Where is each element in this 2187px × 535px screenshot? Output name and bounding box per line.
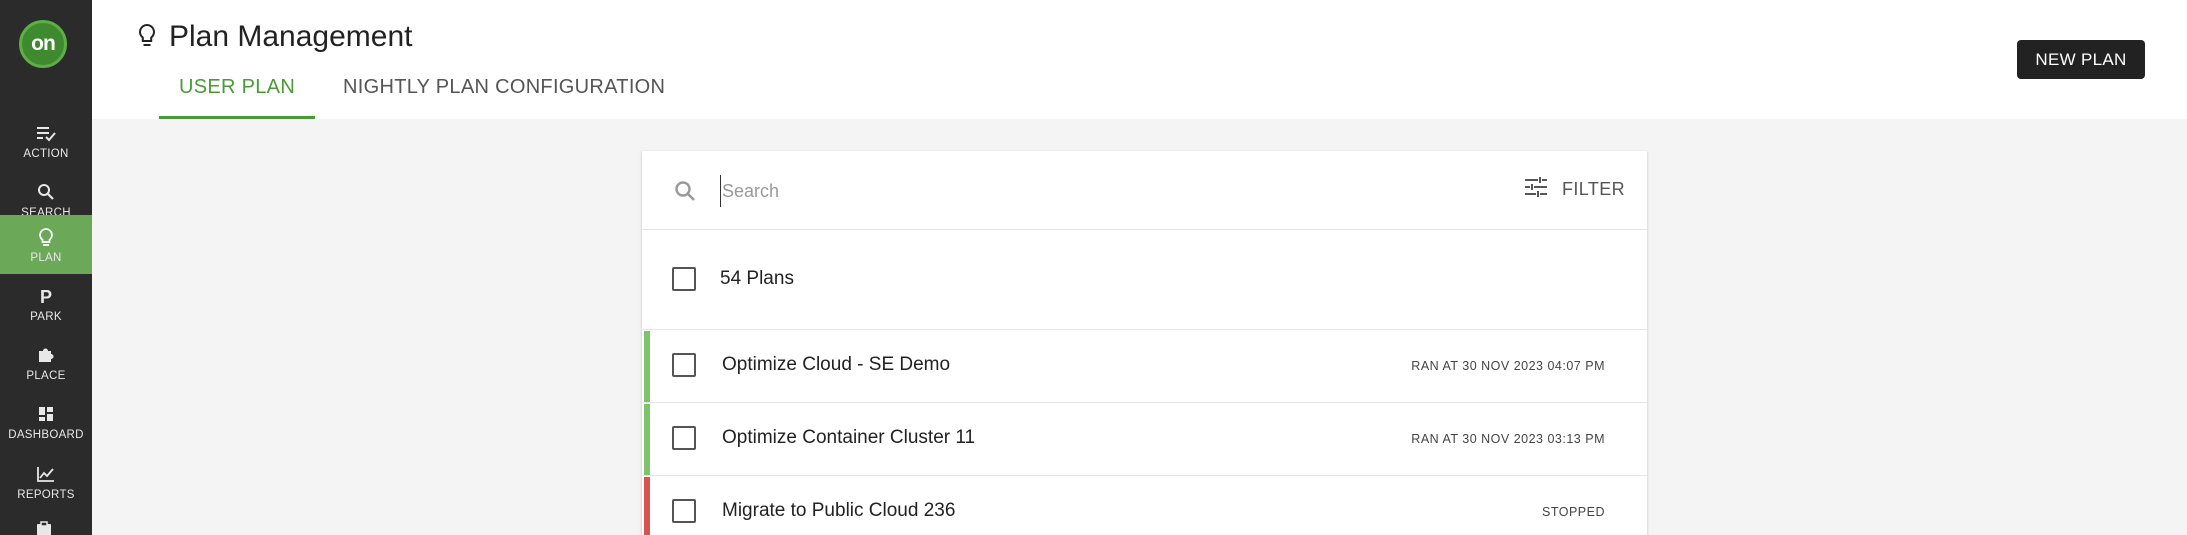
table-row[interactable]: Optimize Container Cluster 11 RAN AT 30 …	[642, 403, 1647, 476]
row-checkbox[interactable]	[672, 353, 696, 377]
row-checkbox[interactable]	[672, 499, 696, 523]
chart-icon	[36, 463, 56, 485]
sidebar-item-label: REPORTS	[17, 488, 75, 501]
filter-button[interactable]: FILTER	[1524, 176, 1625, 203]
plan-status: STOPPED	[1541, 505, 1605, 519]
logo[interactable]: on	[19, 20, 67, 68]
new-plan-button[interactable]: NEW PLAN	[2017, 40, 2145, 79]
sidebar-item-park[interactable]: P PARK	[0, 274, 92, 333]
page-title-wrap: Plan Management	[137, 20, 413, 54]
tab-user-plan[interactable]: USER PLAN	[159, 76, 316, 119]
header: Plan Management USER PLAN NIGHTLY PLAN C…	[92, 0, 2187, 119]
sidebar-item-label: DASHBOARD	[8, 428, 84, 441]
search-input[interactable]	[720, 175, 1420, 207]
sidebar-item-action[interactable]: ACTION	[0, 111, 92, 170]
sidebar-item-label: PLAN	[30, 251, 62, 264]
sidebar-item-place[interactable]: PLACE	[0, 333, 92, 392]
sidebar: on ACTION SEARCH PLAN P PARK PLACE DASHB…	[0, 0, 92, 535]
puzzle-icon	[36, 344, 56, 366]
clipboard-icon[interactable]	[34, 521, 54, 535]
svg-text:P: P	[40, 287, 52, 305]
lightbulb-icon	[38, 226, 54, 248]
sidebar-item-plan[interactable]: PLAN	[0, 215, 92, 274]
tab-label: NIGHTLY PLAN CONFIGURATION	[343, 76, 666, 98]
plan-count: 54 Plans	[720, 268, 794, 289]
search-icon	[37, 181, 55, 203]
table-row[interactable]: Optimize Cloud - SE Demo RAN AT 30 NOV 2…	[642, 330, 1647, 403]
plan-name[interactable]: Migrate to Public Cloud 236	[722, 500, 955, 522]
select-all-checkbox[interactable]	[672, 267, 696, 291]
sidebar-item-dashboard[interactable]: DASHBOARD	[0, 392, 92, 451]
plan-list-card: FILTER 54 Plans Optimize Cloud - SE Demo…	[642, 151, 1647, 535]
select-all-row: 54 Plans	[642, 230, 1647, 330]
sidebar-item-reports[interactable]: REPORTS	[0, 452, 92, 511]
filter-label: FILTER	[1562, 179, 1626, 199]
search-bar: FILTER	[642, 151, 1647, 230]
action-icon	[35, 122, 57, 144]
status-indicator	[644, 477, 650, 535]
park-icon: P	[38, 285, 54, 307]
tab-label: USER PLAN	[179, 76, 296, 98]
search-icon	[674, 180, 696, 207]
sidebar-item-label: PARK	[30, 310, 62, 323]
status-indicator	[644, 331, 650, 402]
filter-sliders-icon	[1524, 176, 1548, 203]
plan-name[interactable]: Optimize Cloud - SE Demo	[722, 354, 950, 376]
row-checkbox[interactable]	[672, 426, 696, 450]
plan-name[interactable]: Optimize Container Cluster 11	[722, 427, 975, 449]
tab-nightly-plan-configuration[interactable]: NIGHTLY PLAN CONFIGURATION	[323, 76, 685, 119]
lightbulb-icon	[137, 22, 157, 53]
table-row[interactable]: Migrate to Public Cloud 236 STOPPED	[642, 476, 1647, 535]
dashboard-icon	[37, 403, 55, 425]
sidebar-item-label: ACTION	[23, 147, 69, 160]
plan-status: RAN AT 30 NOV 2023 03:13 PM	[1411, 432, 1605, 446]
page-title: Plan Management	[169, 20, 413, 53]
plan-status: RAN AT 30 NOV 2023 04:07 PM	[1411, 359, 1605, 373]
sidebar-item-label: PLACE	[26, 369, 66, 382]
status-indicator	[644, 404, 650, 475]
